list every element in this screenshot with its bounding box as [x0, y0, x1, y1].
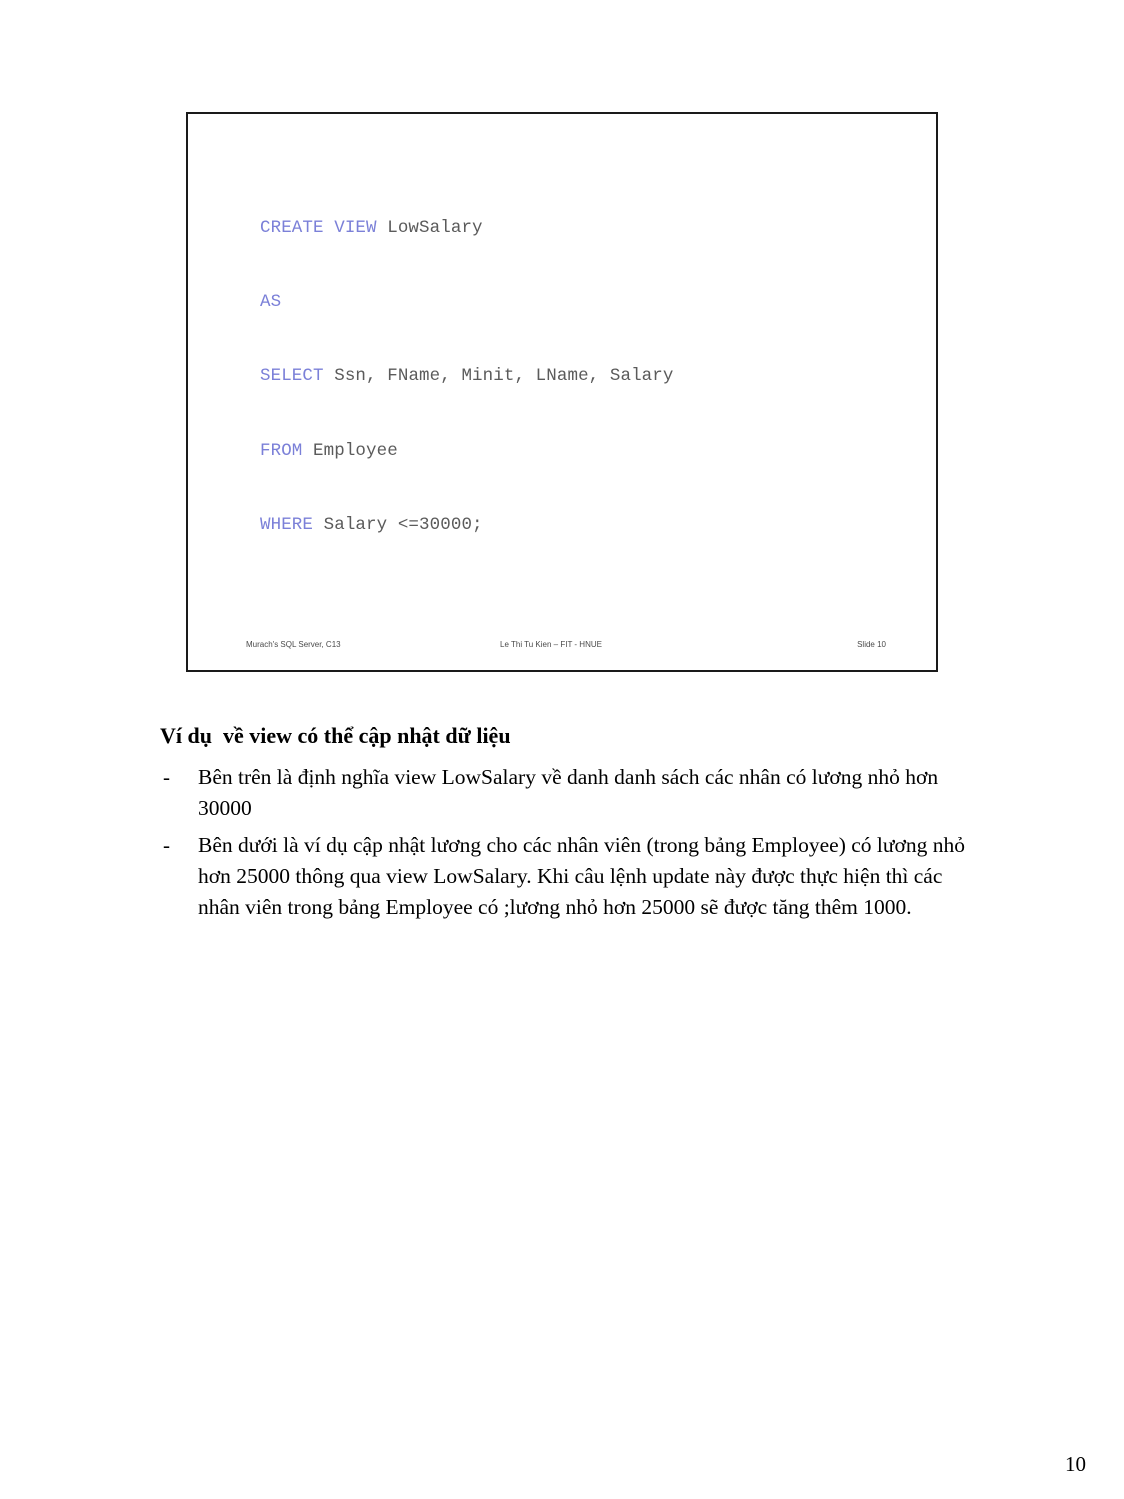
bullet-marker: - — [163, 765, 170, 789]
sql-text: Employee — [302, 440, 398, 461]
slide-figure: CREATE VIEW LowSalary AS SELECT Ssn, FNa… — [186, 112, 938, 672]
sql-keyword: FROM — [260, 440, 303, 461]
sql-keyword: WHERE — [260, 515, 314, 536]
sql-keyword: AS — [260, 291, 282, 312]
code-block-create-view: CREATE VIEW LowSalary AS SELECT Ssn, FNa… — [260, 166, 916, 588]
code-line: CREATE VIEW LowSalary — [260, 216, 916, 241]
list-item: - Bên trên là định nghĩa view LowSalary … — [160, 762, 970, 824]
body-heading: Ví dụ về view có thể cập nhật dữ liệu — [160, 723, 511, 748]
list-item: - Bên dưới là ví dụ cập nhật lương cho c… — [160, 830, 970, 923]
bullet-text: Bên dưới là ví dụ cập nhật lương cho các… — [198, 833, 966, 919]
code-block-spacer — [260, 588, 916, 636]
code-line: WHERE Salary <=30000; — [260, 513, 916, 538]
document-body: Ví dụ về view có thể cập nhật dữ liệu - … — [160, 722, 970, 929]
slide-footer-source: Murach's SQL Server, C13 — [246, 640, 341, 649]
page-number: 10 — [1065, 1452, 1086, 1476]
sql-text: Ssn, FName, Minit, LName, Salary — [323, 366, 674, 387]
sql-keyword: CREATE VIEW — [260, 217, 377, 238]
slide-code-area: CREATE VIEW LowSalary AS SELECT Ssn, FNa… — [260, 166, 916, 670]
slide-footer-slide-number: Slide 10 — [857, 640, 886, 649]
sql-keyword: SELECT — [260, 366, 324, 387]
code-line: AS — [260, 290, 916, 315]
slide-footer: Murach's SQL Server, C13 Le Thi Tu Kien … — [188, 640, 936, 654]
sql-text: Salary <=30000; — [313, 515, 483, 536]
code-line: FROM Employee — [260, 439, 916, 464]
code-line: SELECT Ssn, FName, Minit, LName, Salary — [260, 364, 916, 389]
sql-text: LowSalary — [376, 217, 483, 238]
bullet-marker: - — [163, 833, 170, 857]
slide-footer-author: Le Thi Tu Kien – FIT - HNUE — [500, 640, 602, 649]
bullet-text: Bên trên là định nghĩa view LowSalary về… — [198, 765, 939, 820]
